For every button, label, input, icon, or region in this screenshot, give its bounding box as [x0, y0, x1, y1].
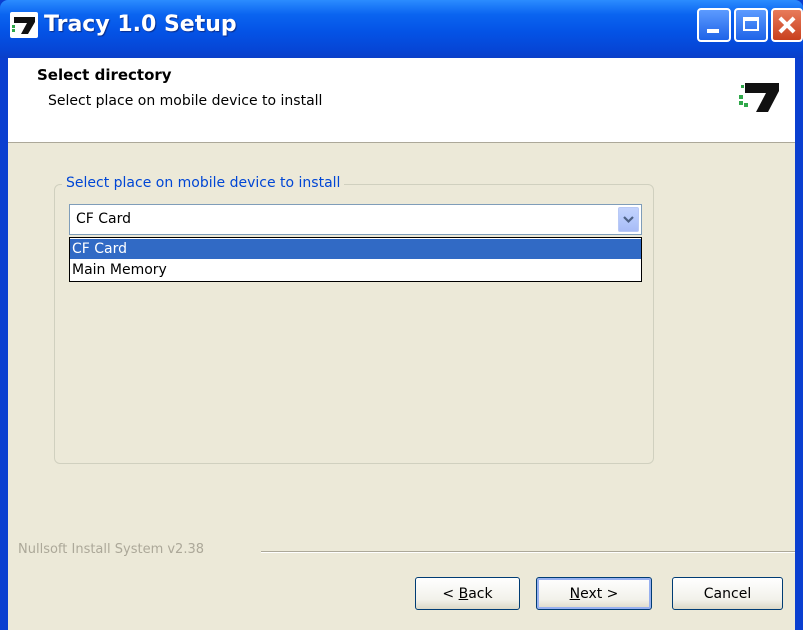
install-location-combobox[interactable]: CF Card — [69, 204, 642, 235]
cancel-button[interactable]: Cancel — [672, 577, 783, 610]
next-accelerator: N — [569, 585, 581, 602]
minimize-button[interactable] — [697, 8, 731, 42]
tracy-logo-icon — [739, 83, 779, 112]
window-frame-right — [795, 58, 803, 630]
installer-window: Tracy 1.0 Setup Select directory Select … — [0, 0, 803, 630]
group-label: Select place on mobile device to install — [62, 175, 345, 191]
close-button[interactable] — [771, 8, 803, 42]
back-label-suffix: ack — [468, 585, 493, 602]
chevron-down-icon — [623, 216, 634, 224]
combobox-dropdown-button[interactable] — [618, 207, 639, 232]
nsis-branding: Nullsoft Install System v2.38 — [18, 542, 205, 557]
page-subtitle: Select place on mobile device to install — [48, 93, 323, 109]
header-panel: Select directory Select place on mobile … — [8, 58, 803, 143]
option-cf-card[interactable]: CF Card — [70, 239, 641, 259]
combobox-value: CF Card — [76, 211, 132, 227]
back-accelerator: B — [458, 585, 469, 602]
back-label-prefix: < — [442, 585, 459, 602]
footer-divider — [261, 551, 798, 553]
title-bar[interactable]: Tracy 1.0 Setup — [0, 0, 803, 58]
page-title: Select directory — [37, 66, 172, 84]
maximize-button[interactable] — [734, 8, 768, 42]
combobox-dropdown-list: CF Card Main Memory — [69, 237, 642, 282]
tracy-logo-icon — [10, 12, 38, 38]
option-main-memory[interactable]: Main Memory — [70, 260, 641, 280]
dialog-body: Select directory Select place on mobile … — [8, 58, 803, 630]
back-button[interactable]: < Back — [415, 577, 520, 610]
next-label-suffix: ext > — [580, 585, 619, 602]
window-title: Tracy 1.0 Setup — [44, 12, 237, 37]
next-button[interactable]: Next > — [536, 577, 652, 610]
